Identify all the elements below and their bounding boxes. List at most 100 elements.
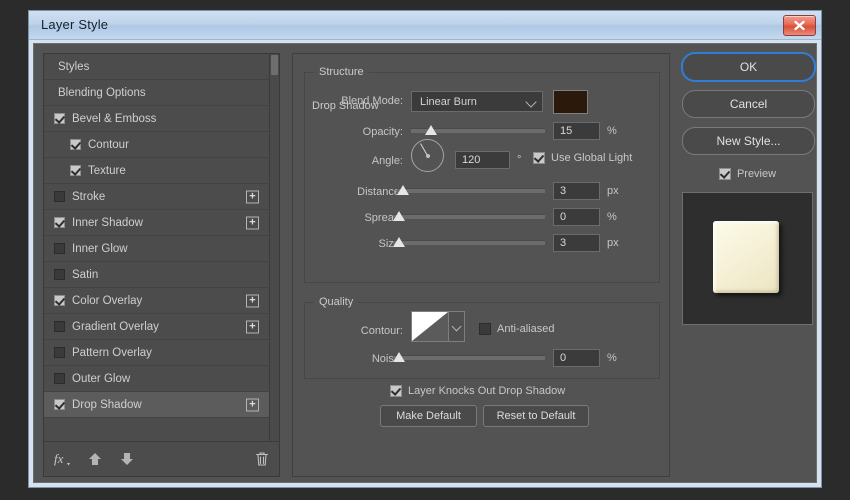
anti-aliased-row[interactable]: Anti-aliased xyxy=(479,323,554,335)
add-effect-plus-icon[interactable]: + xyxy=(246,294,259,307)
trash-icon[interactable] xyxy=(254,450,270,468)
sidebar-item-contour[interactable]: Contour xyxy=(44,132,279,158)
styles-list-scrollbar[interactable] xyxy=(269,54,279,441)
fx-icon[interactable]: fx xyxy=(53,450,71,468)
effect-toggle-checkbox[interactable] xyxy=(54,347,65,358)
sidebar-item-inner-glow[interactable]: Inner Glow xyxy=(44,236,279,262)
sidebar-item-outer-glow[interactable]: Outer Glow xyxy=(44,366,279,392)
effect-toggle-checkbox[interactable] xyxy=(54,269,65,280)
size-unit: px xyxy=(607,237,619,249)
sidebar-item-pattern-overlay[interactable]: Pattern Overlay xyxy=(44,340,279,366)
sidebar-item-label: Color Overlay xyxy=(72,295,142,307)
angle-dial-hub xyxy=(426,154,430,158)
spread-label: Spread: xyxy=(303,212,403,224)
linear-contour-icon xyxy=(412,312,448,341)
shadow-color-swatch[interactable] xyxy=(553,90,588,114)
effect-toggle-checkbox[interactable] xyxy=(54,217,65,228)
sidebar-item-styles[interactable]: Styles xyxy=(44,54,279,80)
distance-slider[interactable] xyxy=(397,183,545,197)
angle-input[interactable]: 120 xyxy=(455,151,510,169)
sidebar-item-label: Styles xyxy=(58,61,89,73)
sidebar-item-label: Gradient Overlay xyxy=(72,321,159,333)
noise-input[interactable]: 0 xyxy=(553,349,600,367)
sidebar-item-label: Blending Options xyxy=(58,87,146,99)
distance-input[interactable]: 3 xyxy=(553,182,600,200)
contour-swatch[interactable] xyxy=(411,311,449,342)
angle-dial[interactable] xyxy=(411,139,444,172)
title-bar[interactable]: Layer Style xyxy=(29,11,821,40)
noise-label: Noise: xyxy=(303,353,403,365)
slider-thumb[interactable] xyxy=(393,237,405,247)
opacity-input[interactable]: 15 xyxy=(553,122,600,140)
contour-dropdown[interactable] xyxy=(449,311,465,342)
effect-toggle-checkbox[interactable] xyxy=(54,373,65,384)
sidebar-item-blending-options[interactable]: Blending Options xyxy=(44,80,279,106)
effect-toggle-checkbox[interactable] xyxy=(54,191,65,202)
make-default-button[interactable]: Make Default xyxy=(380,405,477,427)
add-effect-plus-icon[interactable]: + xyxy=(246,190,259,203)
scrollbar-thumb[interactable] xyxy=(271,55,278,75)
slider-track xyxy=(393,214,545,219)
sidebar-item-color-overlay[interactable]: Color Overlay + xyxy=(44,288,279,314)
close-button[interactable] xyxy=(783,15,816,36)
new-style-button[interactable]: New Style... xyxy=(682,127,815,155)
effect-toggle-checkbox[interactable] xyxy=(54,113,65,124)
sidebar-item-gradient-overlay[interactable]: Gradient Overlay + xyxy=(44,314,279,340)
size-input[interactable]: 3 xyxy=(553,234,600,252)
effect-toggle-checkbox[interactable] xyxy=(54,321,65,332)
preview-checkbox[interactable] xyxy=(719,168,731,180)
spread-input[interactable]: 0 xyxy=(553,208,600,226)
sidebar-item-label: Bevel & Emboss xyxy=(72,113,156,125)
chevron-down-icon xyxy=(452,322,462,332)
preview-thumbnail xyxy=(682,192,813,325)
reset-to-default-button[interactable]: Reset to Default xyxy=(483,405,589,427)
angle-label: Angle: xyxy=(303,155,403,167)
sidebar-item-inner-shadow[interactable]: Inner Shadow+ xyxy=(44,210,279,236)
preview-checkbox-row[interactable]: Preview xyxy=(682,164,813,184)
sidebar-item-label: Contour xyxy=(88,139,129,151)
ok-button[interactable]: OK xyxy=(682,53,815,81)
spread-slider[interactable] xyxy=(393,209,545,223)
slider-thumb[interactable] xyxy=(397,185,409,195)
sidebar-item-drop-shadow[interactable]: Drop Shadow+ xyxy=(44,392,279,418)
add-effect-plus-icon[interactable]: + xyxy=(246,398,259,411)
slider-thumb[interactable] xyxy=(393,211,405,221)
sidebar-item-bevel-emboss[interactable]: Bevel & Emboss xyxy=(44,106,279,132)
opacity-unit: % xyxy=(607,125,617,137)
preview-label: Preview xyxy=(737,168,776,180)
add-effect-plus-icon[interactable]: + xyxy=(246,320,259,333)
use-global-light-label: Use Global Light xyxy=(551,152,632,164)
use-global-light-row[interactable]: Use Global Light xyxy=(533,152,632,164)
effect-toggle-checkbox[interactable] xyxy=(54,295,65,306)
chevron-down-icon xyxy=(525,96,536,107)
styles-list[interactable]: Styles Blending Options Bevel & Emboss Cont… xyxy=(44,54,279,441)
noise-slider[interactable] xyxy=(393,350,545,364)
sidebar-item-label: Texture xyxy=(88,165,126,177)
effect-toggle-checkbox[interactable] xyxy=(70,139,81,150)
effect-toggle-checkbox[interactable] xyxy=(54,243,65,254)
opacity-slider[interactable] xyxy=(411,123,545,137)
arrow-down-icon[interactable] xyxy=(119,450,135,468)
blend-mode-select[interactable]: Linear Burn xyxy=(411,91,543,112)
size-slider[interactable] xyxy=(393,235,545,249)
sidebar-footer: fx xyxy=(44,441,279,476)
anti-aliased-checkbox[interactable] xyxy=(479,323,491,335)
slider-thumb[interactable] xyxy=(393,352,405,362)
effect-toggle-checkbox[interactable] xyxy=(70,165,81,176)
sidebar-item-label: Inner Glow xyxy=(72,243,128,255)
contour-label: Contour: xyxy=(303,325,403,337)
sidebar-item-stroke[interactable]: Stroke+ xyxy=(44,184,279,210)
opacity-label: Opacity: xyxy=(303,126,403,138)
effect-toggle-checkbox[interactable] xyxy=(54,399,65,410)
close-icon xyxy=(793,20,806,31)
use-global-light-checkbox[interactable] xyxy=(533,152,545,164)
cancel-button[interactable]: Cancel xyxy=(682,90,815,118)
layer-knocks-out-row[interactable]: Layer Knocks Out Drop Shadow xyxy=(390,385,565,397)
arrow-up-icon[interactable] xyxy=(87,450,103,468)
slider-track xyxy=(393,355,545,360)
sidebar-item-texture[interactable]: Texture xyxy=(44,158,279,184)
sidebar-item-satin[interactable]: Satin xyxy=(44,262,279,288)
layer-knocks-out-checkbox[interactable] xyxy=(390,385,402,397)
slider-thumb[interactable] xyxy=(425,125,437,135)
add-effect-plus-icon[interactable]: + xyxy=(246,216,259,229)
